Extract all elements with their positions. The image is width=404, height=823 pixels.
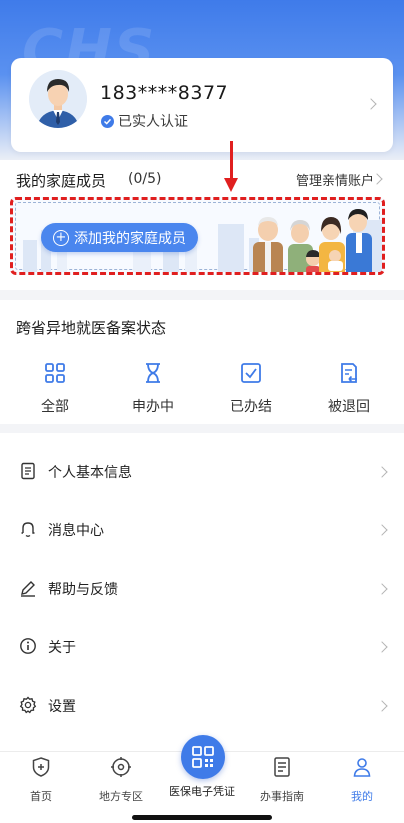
tab-mine[interactable]: 我的: [322, 756, 402, 804]
tab-local-zone[interactable]: 地方专区: [81, 756, 161, 804]
checkbox-icon: [241, 363, 261, 383]
menu-item-settings[interactable]: 设置: [0, 677, 404, 735]
menu-item-help-feedback[interactable]: 帮助与反馈: [0, 560, 404, 618]
returned-doc-icon: [341, 363, 357, 383]
menu-label: 个人基本信息: [48, 465, 132, 481]
tab-home[interactable]: 首页: [1, 756, 81, 804]
home-indicator: [132, 815, 272, 820]
filing-status-section: 跨省异地就医备案状态 全部 申办中 已办结 被退回: [0, 300, 404, 424]
status-completed-label: 已办结: [230, 399, 272, 415]
settings-menu: 个人基本信息 消息中心 帮助与反馈 关于 设置: [0, 433, 404, 751]
tab-label: 首页: [30, 790, 52, 803]
chevron-right-icon: [376, 524, 388, 536]
family-member-count: (0/5): [128, 171, 162, 187]
chevron-right-icon: [376, 700, 388, 712]
tab-guide[interactable]: 办事指南: [242, 756, 322, 804]
hourglass-icon: [146, 363, 160, 383]
status-all-label: 全部: [41, 399, 69, 415]
menu-label: 帮助与反馈: [48, 582, 118, 598]
plus-circle-icon: +: [53, 229, 69, 246]
add-family-member-label: 添加我的家庭成员: [74, 230, 186, 247]
tab-label-qr[interactable]: 医保电子凭证: [162, 783, 242, 799]
bell-icon: [21, 522, 35, 537]
chevron-right-icon: [376, 466, 388, 478]
family-section-title: 我的家庭成员: [16, 172, 107, 190]
user-icon: [353, 758, 371, 777]
verification-label: 已实人认证: [118, 114, 188, 130]
annotation-arrow-head: [224, 178, 238, 192]
menu-item-about[interactable]: 关于: [0, 618, 404, 676]
chevron-right-icon[interactable]: [365, 98, 377, 110]
menu-item-message-center[interactable]: 消息中心: [0, 501, 404, 559]
status-all[interactable]: 全部: [15, 362, 95, 416]
menu-label: 关于: [48, 640, 76, 656]
grid-icon: [45, 363, 65, 383]
status-in-progress-label: 申办中: [132, 399, 174, 415]
add-family-member-banner[interactable]: + 添加我的家庭成员: [10, 197, 385, 275]
status-returned[interactable]: 被退回: [309, 362, 389, 416]
shield-plus-icon: [32, 757, 50, 777]
pen-icon: [21, 581, 35, 597]
filing-section-title: 跨省异地就医备案状态: [16, 319, 167, 337]
menu-label: 消息中心: [48, 523, 104, 539]
gear-icon: [19, 696, 37, 714]
guide-doc-icon: [274, 757, 290, 777]
tab-label: 办事指南: [260, 790, 304, 803]
tab-label: 我的: [351, 790, 373, 803]
phone-number: 183****8377: [100, 82, 229, 104]
profile-card[interactable]: 183****8377 已实人认证: [11, 58, 393, 152]
chevron-right-icon: [376, 583, 388, 595]
chevron-right-icon: [376, 641, 388, 653]
annotation-arrow-shaft: [230, 141, 233, 181]
status-completed[interactable]: 已办结: [211, 362, 291, 416]
medical-insurance-qr-button[interactable]: [181, 735, 225, 779]
verified-check-icon: [101, 114, 114, 128]
qr-code-icon: [192, 746, 214, 768]
verification-status: 已实人认证: [101, 111, 188, 131]
document-icon: [21, 462, 35, 480]
tab-label: 地方专区: [99, 790, 143, 803]
add-family-member-button[interactable]: + 添加我的家庭成员: [41, 223, 198, 252]
manage-family-accounts-link[interactable]: 管理亲情账户: [296, 170, 374, 189]
menu-item-personal-info[interactable]: 个人基本信息: [0, 443, 404, 501]
avatar[interactable]: [29, 70, 87, 128]
status-returned-label: 被退回: [328, 399, 370, 415]
location-target-icon: [111, 757, 131, 777]
menu-label: 设置: [48, 699, 76, 715]
info-icon: [20, 638, 36, 654]
status-in-progress[interactable]: 申办中: [113, 362, 193, 416]
